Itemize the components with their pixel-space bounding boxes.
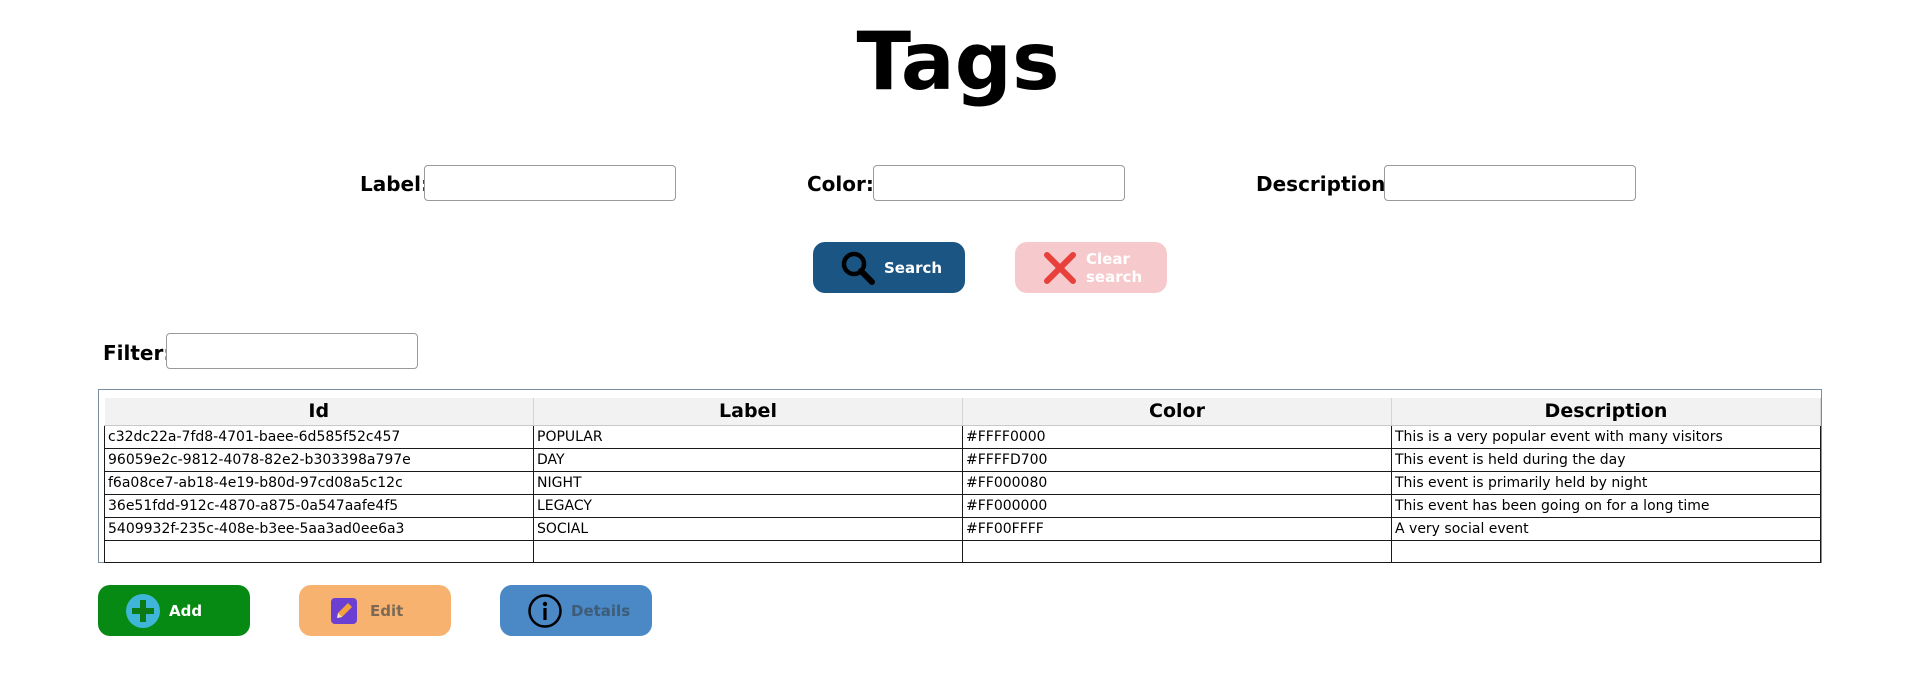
header-row: Id Label Color Description [104, 398, 1821, 426]
pencil-icon [326, 593, 362, 629]
cell-color[interactable]: #FF00FFFF [962, 517, 1392, 541]
cell-label[interactable]: POPULAR [533, 425, 963, 449]
clear-search-button-label: Clear search [1086, 249, 1143, 286]
details-button-label: Details [571, 601, 631, 620]
filter-label: Filter: [103, 341, 172, 365]
cell-label[interactable]: NIGHT [533, 471, 963, 495]
color-field-label: Color: [807, 172, 874, 196]
table-row[interactable]: 5409932f-235c-408e-b3ee-5aa3ad0ee6a3 SOC… [104, 517, 1821, 541]
search-button-label: Search [884, 258, 943, 277]
cell-id[interactable] [104, 540, 534, 563]
table-row[interactable]: c32dc22a-7fd8-4701-baee-6d585f52c457 POP… [104, 425, 1821, 449]
page-title: Tags [856, 15, 1060, 108]
cell-id[interactable]: 96059e2c-9812-4078-82e2-b303398a797e [104, 448, 534, 472]
description-field-label: Description: [1256, 172, 1394, 196]
cell-id[interactable]: c32dc22a-7fd8-4701-baee-6d585f52c457 [104, 425, 534, 449]
search-button[interactable]: Search [813, 242, 965, 293]
filter-input[interactable] [166, 333, 418, 369]
tags-table: Id Label Color Description c32dc22a-7fd8… [104, 398, 1821, 563]
magnifier-icon [840, 250, 876, 286]
cell-id[interactable]: f6a08ce7-ab18-4e19-b80d-97cd08a5c12c [104, 471, 534, 495]
cell-color[interactable] [962, 540, 1392, 563]
cell-label[interactable] [533, 540, 963, 563]
cell-description[interactable] [1391, 540, 1821, 563]
label-search-input[interactable] [424, 165, 676, 201]
x-icon [1042, 250, 1078, 286]
table-row[interactable]: 96059e2c-9812-4078-82e2-b303398a797e DAY… [104, 448, 1821, 472]
clear-search-button[interactable]: Clear search [1015, 242, 1167, 293]
label-field-label: Label: [360, 172, 429, 196]
new-row[interactable] [104, 540, 1821, 563]
plus-circle-icon [125, 593, 161, 629]
tags-grid[interactable]: Id Label Color Description c32dc22a-7fd8… [98, 389, 1822, 563]
cell-label[interactable]: SOCIAL [533, 517, 963, 541]
cell-label[interactable]: DAY [533, 448, 963, 472]
table-row[interactable]: f6a08ce7-ab18-4e19-b80d-97cd08a5c12c NIG… [104, 471, 1821, 495]
cell-color[interactable]: #FFFFD700 [962, 448, 1392, 472]
column-header-label[interactable]: Label [533, 398, 963, 426]
cell-description[interactable]: This event has been going on for a long … [1391, 494, 1821, 518]
tags-page: Tags Label: Color: Description: Search C… [0, 0, 1916, 695]
cell-description[interactable]: A very social event [1391, 517, 1821, 541]
add-button-label: Add [169, 601, 203, 620]
cell-description[interactable]: This is a very popular event with many v… [1391, 425, 1821, 449]
column-header-id[interactable]: Id [104, 398, 534, 426]
edit-button[interactable]: Edit [299, 585, 451, 636]
cell-id[interactable]: 36e51fdd-912c-4870-a875-0a547aafe4f5 [104, 494, 534, 518]
cell-id[interactable]: 5409932f-235c-408e-b3ee-5aa3ad0ee6a3 [104, 517, 534, 541]
edit-button-label: Edit [370, 601, 404, 620]
info-icon [527, 593, 563, 629]
cell-color[interactable]: #FFFF0000 [962, 425, 1392, 449]
color-search-input[interactable] [873, 165, 1125, 201]
description-search-input[interactable] [1384, 165, 1636, 201]
column-header-color[interactable]: Color [962, 398, 1392, 426]
cell-description[interactable]: This event is primarily held by night [1391, 471, 1821, 495]
table-row[interactable]: 36e51fdd-912c-4870-a875-0a547aafe4f5 LEG… [104, 494, 1821, 518]
cell-color[interactable]: #FF000000 [962, 494, 1392, 518]
cell-description[interactable]: This event is held during the day [1391, 448, 1821, 472]
details-button[interactable]: Details [500, 585, 652, 636]
cell-label[interactable]: LEGACY [533, 494, 963, 518]
column-header-description[interactable]: Description [1391, 398, 1821, 426]
add-button[interactable]: Add [98, 585, 250, 636]
cell-color[interactable]: #FF000080 [962, 471, 1392, 495]
